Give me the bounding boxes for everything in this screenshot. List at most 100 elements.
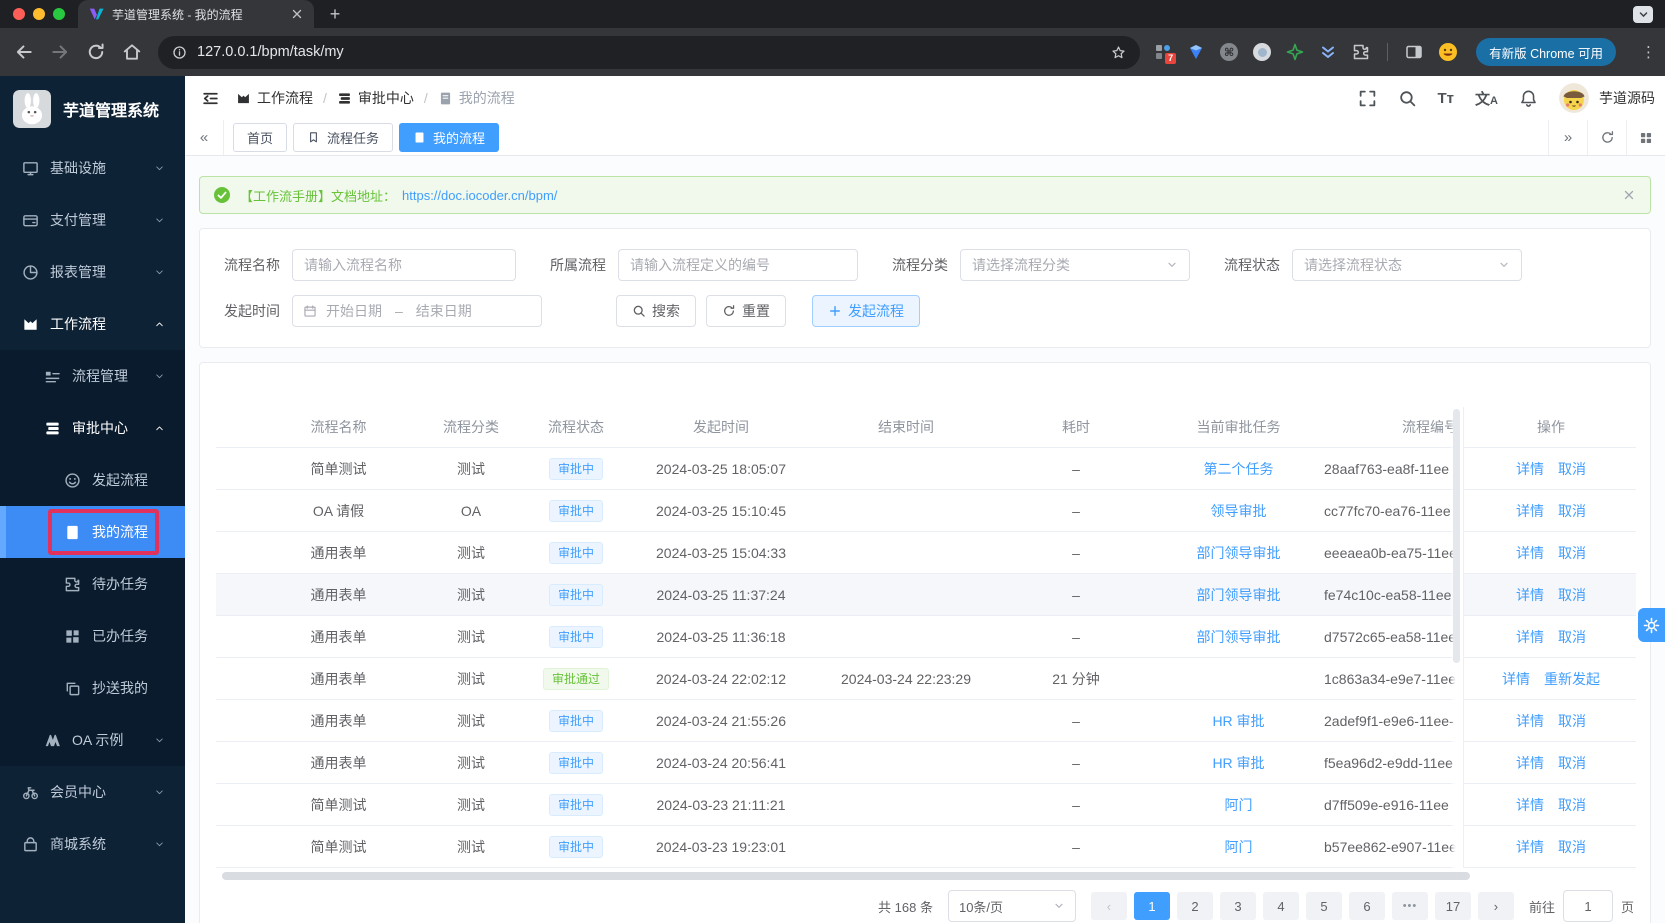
extension-command-icon[interactable]: ⌘ [1220,43,1239,61]
theme-settings-button[interactable] [1638,608,1665,642]
page-number-button[interactable]: 3 [1219,892,1256,920]
page-number-button[interactable]: 6 [1348,892,1385,920]
sidebar-item-infrastructure[interactable]: 基础设施 [0,142,185,194]
extension-gem-icon[interactable] [1187,43,1205,61]
new-tab-button[interactable]: + [322,1,348,27]
current-task-link[interactable]: 部门领导审批 [1197,545,1281,561]
table-vertical-scrollbar[interactable] [1450,407,1464,868]
profile-emoji-icon[interactable] [1438,42,1458,62]
sidebar-item-cc-me[interactable]: 抄送我的 [0,662,185,714]
minimize-window-button[interactable] [33,8,45,20]
side-panel-icon[interactable] [1405,43,1423,61]
action-link[interactable]: 详情 [1502,671,1530,687]
start-time-range-picker[interactable]: 开始日期 – 结束日期 [292,295,542,327]
action-link[interactable]: 详情 [1516,839,1544,855]
action-link[interactable]: 取消 [1558,629,1586,645]
current-task-link[interactable]: 阿门 [1225,839,1253,855]
current-task-link[interactable]: 领导审批 [1211,503,1267,519]
page-number-button[interactable]: 4 [1262,892,1299,920]
extension-star-icon[interactable] [1286,43,1304,61]
sidebar-item-workflow[interactable]: 工作流程 [0,298,185,350]
process-definition-input[interactable] [618,249,858,281]
current-task-link[interactable]: HR 审批 [1212,713,1264,729]
current-task-link[interactable]: 阿门 [1225,797,1253,813]
sidebar-item-approval-center[interactable]: 审批中心 [0,402,185,454]
process-category-select[interactable]: 请选择流程分类 [960,249,1190,281]
current-task-link[interactable]: 部门领导审批 [1197,629,1281,645]
create-process-button[interactable]: 发起流程 [812,295,920,327]
action-link[interactable]: 详情 [1516,503,1544,519]
tab-close-icon[interactable] [290,7,304,21]
tags-refresh-icon[interactable] [1587,120,1626,155]
close-window-button[interactable] [13,8,25,20]
reload-icon[interactable] [86,42,106,62]
locale-icon[interactable]: 文A [1475,88,1498,109]
page-number-button[interactable]: 17 [1434,892,1471,920]
page-number-button[interactable]: 2 [1176,892,1213,920]
browser-menu-icon[interactable]: ⋮ [1641,43,1656,61]
sidebar-item-oa-example[interactable]: OA 示例 [0,714,185,766]
action-link[interactable]: 取消 [1558,797,1586,813]
action-link[interactable]: 重新发起 [1544,671,1600,687]
action-link[interactable]: 详情 [1516,461,1544,477]
extension-blocks-icon[interactable]: 7 [1154,43,1178,65]
action-link[interactable]: 取消 [1558,839,1586,855]
breadcrumb-item[interactable]: 审批中心 [337,88,414,108]
action-link[interactable]: 详情 [1516,587,1544,603]
page-number-button[interactable]: 5 [1305,892,1342,920]
next-page-button[interactable]: › [1477,892,1514,920]
maximize-window-button[interactable] [53,8,65,20]
url-bar[interactable]: 127.0.0.1/bpm/task/my [158,35,1141,69]
fullscreen-icon[interactable] [1358,89,1377,108]
current-task-link[interactable]: HR 审批 [1212,755,1264,771]
font-size-icon[interactable]: Tт [1438,90,1455,107]
site-info-icon[interactable] [172,45,187,60]
sidebar-item-member-center[interactable]: 会员中心 [0,766,185,818]
action-link[interactable]: 详情 [1516,713,1544,729]
action-link[interactable]: 详情 [1516,545,1544,561]
process-name-input[interactable] [292,249,516,281]
username[interactable]: 芋道源码 [1599,88,1655,108]
action-link[interactable]: 详情 [1516,797,1544,813]
extension-double-chevron-icon[interactable] [1319,43,1337,61]
tag-home[interactable]: 首页 [233,123,288,152]
action-link[interactable]: 取消 [1558,461,1586,477]
tags-layout-grid-icon[interactable] [1626,120,1665,155]
tag-my-process[interactable]: 我的流程 [399,123,500,152]
sidebar-item-mall-system[interactable]: 商城系统 [0,818,185,870]
goto-page-input[interactable] [1562,890,1613,922]
extension-record-icon[interactable] [1253,43,1272,61]
notification-bell-icon[interactable] [1519,89,1538,108]
action-link[interactable]: 取消 [1558,587,1586,603]
action-link[interactable]: 取消 [1558,503,1586,519]
horizontal-scroll-thumb[interactable] [222,872,1470,880]
pager-more-button[interactable]: ••• [1391,892,1428,920]
action-link[interactable]: 详情 [1516,755,1544,771]
app-logo[interactable]: 芋道管理系统 [0,76,185,142]
user-avatar[interactable] [1559,83,1589,113]
reset-button[interactable]: 重置 [706,295,786,327]
tag-process-task[interactable]: 流程任务 [293,123,394,152]
prev-page-button[interactable]: ‹ [1090,892,1127,920]
process-status-select[interactable]: 请选择流程状态 [1292,249,1522,281]
tags-scroll-right-button[interactable]: » [1548,120,1587,155]
action-link[interactable]: 取消 [1558,713,1586,729]
tab-search-button[interactable] [1633,6,1653,23]
action-link[interactable]: 取消 [1558,755,1586,771]
sidebar-item-payment[interactable]: 支付管理 [0,194,185,246]
tags-scroll-left-button[interactable]: « [185,120,224,155]
sidebar-item-start-process[interactable]: 发起流程 [0,454,185,506]
search-button[interactable]: 搜索 [616,295,696,327]
back-icon[interactable] [14,42,34,62]
table-horizontal-scrollbar[interactable] [216,872,1634,880]
page-number-button[interactable]: 1 [1133,892,1170,920]
bookmark-star-icon[interactable] [1111,45,1126,60]
page-size-select[interactable]: 10条/页 [947,890,1076,922]
extensions-puzzle-icon[interactable] [1352,43,1370,61]
sidebar-item-process-management[interactable]: 流程管理 [0,350,185,402]
action-link[interactable]: 取消 [1558,545,1586,561]
alert-close-icon[interactable] [1622,188,1636,202]
vertical-scroll-thumb[interactable] [1453,409,1460,663]
sidebar-item-done-task[interactable]: 已办任务 [0,610,185,662]
doc-link[interactable]: https://doc.iocoder.cn/bpm/ [402,188,557,203]
